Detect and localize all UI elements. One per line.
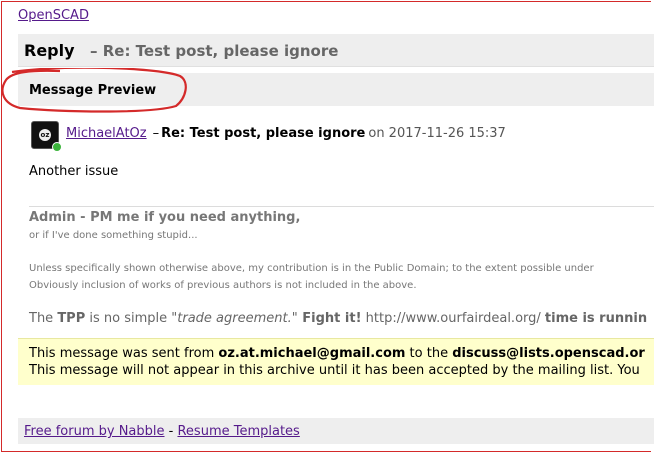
signature-admin: Admin - PM me if you need anything, xyxy=(29,210,301,225)
signature-admin-sub: or if I've done something stupid... xyxy=(29,230,198,241)
moderation-notice: This message was sent from oz.at.michael… xyxy=(18,338,654,385)
signature-divider xyxy=(29,206,654,207)
notice-to-email: discuss@lists.openscad.or xyxy=(452,346,645,361)
reply-header-bar: Reply – Re: Test post, please ignore xyxy=(18,34,654,67)
notice-from-email: oz.at.michael@gmail.com xyxy=(218,346,406,361)
resume-templates-link[interactable]: Resume Templates xyxy=(177,424,299,439)
tpp-end: time is runnin xyxy=(544,311,648,326)
post-subject: Re: Test post, please ignore xyxy=(161,126,366,141)
reply-label: Reply xyxy=(24,41,75,60)
tpp-fight: Fight it! xyxy=(297,311,362,326)
header-dash: – xyxy=(152,126,160,141)
tpp-bold: TPP xyxy=(57,311,86,326)
notice-line-1: This message was sent from oz.at.michael… xyxy=(29,346,645,361)
signature-domain: Unless specifically shown otherwise abov… xyxy=(29,263,594,274)
free-forum-link[interactable]: Free forum by Nabble xyxy=(24,424,165,439)
signature-tpp: The TPP is no simple "trade agreement." … xyxy=(29,311,648,326)
reply-subject: – Re: Test post, please ignore xyxy=(90,42,339,60)
openscad-link[interactable]: OpenSCAD xyxy=(18,8,89,23)
footer-links: Free forum by Nabble - Resume Templates xyxy=(24,424,300,439)
message-preview-bar: Message Preview xyxy=(18,73,654,106)
author-link[interactable]: MichaelAtOz xyxy=(66,126,147,141)
notice-line-2: This message will not appear in this arc… xyxy=(29,363,640,378)
message-preview-title: Message Preview xyxy=(29,83,157,98)
signature-inclusion: Obviously inclusion of works of previous… xyxy=(29,280,417,291)
tpp-italic: "trade agreement." xyxy=(171,311,298,326)
tpp-url: http://www.ourfairdeal.org/ xyxy=(361,311,545,326)
post-header: MichaelAtOz – Re: Test post, please ignore… xyxy=(66,126,506,141)
post-body: Another issue xyxy=(29,164,119,179)
footer-bar: Free forum by Nabble - Resume Templates xyxy=(18,418,654,444)
online-status-icon xyxy=(52,142,62,152)
post-date: on 2017-11-26 15:37 xyxy=(368,126,506,141)
avatar[interactable]: oz xyxy=(31,121,62,152)
